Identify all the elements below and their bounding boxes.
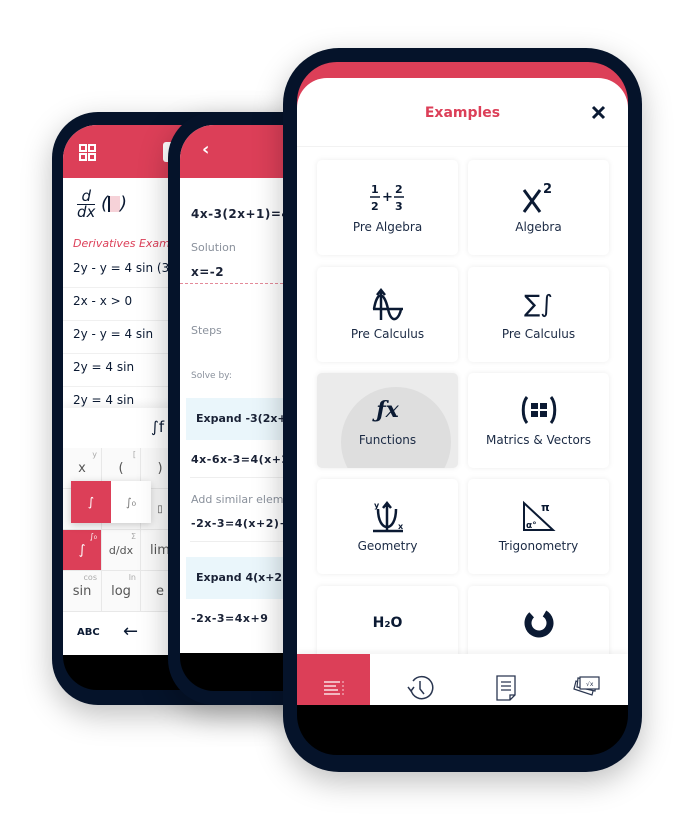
grid-icon[interactable] [79, 144, 96, 161]
example-item[interactable]: 2x - x > 0 [63, 288, 183, 321]
popup-integral[interactable]: ∫ [71, 481, 111, 523]
svg-text:1: 1 [371, 183, 379, 196]
document-icon [496, 674, 516, 701]
nav-notes[interactable] [465, 654, 547, 705]
history-icon [407, 675, 434, 699]
nav-examples[interactable] [297, 654, 370, 705]
solution-label: Solution [191, 241, 236, 254]
sheet-title: Examples [424, 105, 501, 121]
nav-history[interactable] [379, 654, 461, 705]
abc-button[interactable]: ABC [77, 627, 100, 638]
examples-screen: Examples 1 2 2 3 + Pre Algebra 2 Algebra Pre… [297, 62, 628, 705]
svg-text:y: y [374, 501, 380, 510]
close-icon[interactable] [591, 105, 606, 120]
svg-text:π: π [541, 501, 550, 514]
key-integral[interactable]: ∫ [79, 543, 86, 558]
example-item[interactable]: 2y - y = 4 sin [63, 321, 183, 354]
key-limit[interactable]: lim [150, 543, 170, 558]
solve-by-label: Solve by: [191, 371, 232, 381]
cards-icon: √x [573, 675, 600, 696]
solution-value: x=-2 [191, 265, 225, 279]
svg-text:2: 2 [371, 200, 379, 213]
key-exp[interactable]: e [156, 584, 164, 599]
chevron-left-icon[interactable]: ‹ [202, 139, 209, 160]
category-matrices-vectors[interactable]: Matrics & Vectors [468, 373, 609, 468]
svg-text:2: 2 [395, 183, 403, 196]
key-close-paren[interactable]: ) [157, 461, 162, 476]
donut-chart-icon [468, 606, 609, 640]
bottom-nav: √x [297, 654, 628, 705]
calculus-toggle[interactable]: ∫f [151, 418, 164, 436]
backspace-button[interactable]: ← [123, 621, 138, 642]
key-sin[interactable]: sin [73, 584, 92, 599]
sum-integral-icon: ∑∫ [524, 290, 553, 318]
svg-text:+: + [382, 190, 393, 205]
svg-text:x: x [398, 522, 404, 531]
svg-text:2: 2 [543, 182, 552, 197]
category-geometry[interactable]: yx Geometry [317, 479, 458, 574]
category-trigonometry[interactable]: α° π Trigonometry [468, 479, 609, 574]
step-result: -2x-3=4(x+2)+ [191, 517, 290, 530]
triangle-pi-icon: α° π [468, 499, 609, 533]
examples-sheet: Examples 1 2 2 3 + Pre Algebra 2 Algebra Pre… [297, 78, 628, 705]
category-pre-calculus-2[interactable]: ∑∫ Pre Calculus [468, 267, 609, 362]
svg-text:α°: α° [526, 521, 537, 531]
integral-popup: ∫ ∫₀ [71, 481, 151, 523]
key-log[interactable]: log [111, 584, 131, 599]
problem-equation: 4x-3(2x+1)=4 [191, 207, 291, 221]
matrix-icon [468, 393, 609, 427]
step-result: -2x-3=4x+9 [191, 612, 269, 625]
category-algebra[interactable]: 2 Algebra [468, 160, 609, 255]
svg-text:√x: √x [586, 681, 594, 688]
category-functions[interactable]: ƒx Functions [317, 373, 458, 468]
keyboard-toolbar: ∫f [63, 408, 183, 448]
list-icon [323, 680, 344, 695]
cursor-box [108, 196, 121, 212]
section-title: Derivatives Exampl [73, 237, 180, 250]
fraction-icon: 1 2 2 3 + [317, 180, 458, 214]
example-item[interactable]: 2y - y = 4 sin (3t) [63, 255, 183, 288]
expression-input[interactable]: () [101, 193, 127, 214]
key-x[interactable]: x [78, 461, 86, 476]
steps-label: Steps [191, 324, 222, 337]
nav-cards[interactable]: √x [546, 654, 628, 705]
derivative-operator: d dx [77, 187, 96, 221]
key-open-paren[interactable]: ( [118, 461, 123, 476]
step-result: 4x-6x-3=4(x+2 [191, 453, 290, 466]
phone-examples: Examples 1 2 2 3 + Pre Algebra 2 Algebra Pre… [283, 48, 642, 772]
example-item[interactable]: 2y = 4 sin [63, 354, 183, 387]
svg-text:3: 3 [395, 200, 403, 213]
step-note: Add similar elemen [191, 493, 298, 506]
category-pre-algebra[interactable]: 1 2 2 3 + Pre Algebra [317, 160, 458, 255]
category-pre-calculus[interactable]: Pre Calculus [317, 267, 458, 362]
parabola-axes-icon: yx [317, 499, 458, 533]
fraction-key-icon[interactable]: ▯ [157, 504, 163, 515]
graph-wave-icon [317, 287, 458, 321]
x-squared-icon: 2 [468, 180, 609, 214]
h2o-icon: H₂O [372, 615, 403, 631]
popup-definite-integral[interactable]: ∫₀ [111, 481, 151, 523]
fx-icon: ƒx [376, 397, 399, 423]
key-derivative[interactable]: d/dx [109, 544, 133, 557]
